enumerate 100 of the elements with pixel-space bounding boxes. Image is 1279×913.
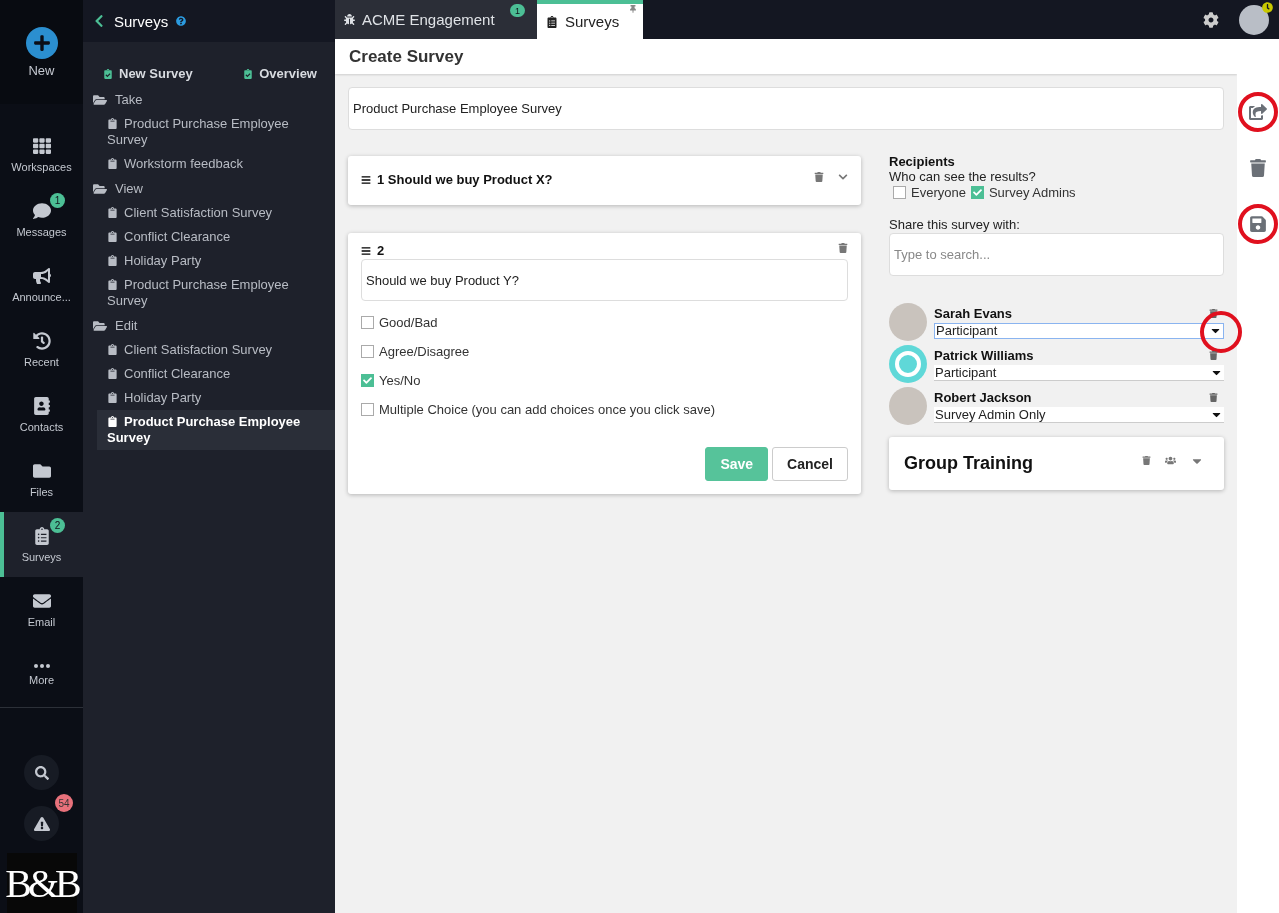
survey-title-field[interactable]: Product Purchase Employee Survey: [348, 87, 1224, 130]
option-label: Survey Admins: [988, 185, 1076, 200]
company-logo: B&B: [6, 853, 77, 913]
pin-icon[interactable]: [629, 5, 637, 13]
rail-item[interactable]: Contacts: [0, 382, 83, 447]
question-label: Who can see the results?: [889, 169, 1037, 184]
survey-item[interactable]: Client Satisfaction Survey: [97, 338, 335, 362]
search-button[interactable]: [24, 755, 59, 790]
rail-item[interactable]: Workspaces: [0, 122, 83, 187]
search-field[interactable]: Type to search...: [889, 233, 1224, 276]
clipboard-icon: [107, 255, 118, 266]
clipboard-icon: [107, 207, 118, 218]
survey-item[interactable]: Holiday Party: [97, 249, 335, 273]
delete-icon[interactable]: [1209, 350, 1218, 360]
alerts-button[interactable]: [24, 806, 59, 841]
drag-handle-icon[interactable]: [361, 174, 371, 185]
clipboard-icon: [546, 15, 558, 28]
checkbox[interactable]: [970, 186, 984, 199]
survey-item[interactable]: Workstorm feedback: [97, 152, 335, 176]
answer-type-option[interactable]: Multiple Choice (you can add choices once you click save): [361, 402, 848, 417]
tab[interactable]: Surveys: [537, 0, 643, 39]
rail-item[interactable]: Files: [0, 447, 83, 512]
clipboard-icon: [107, 392, 118, 403]
survey-item[interactable]: Holiday Party: [97, 386, 335, 410]
clipboard-icon: [107, 279, 118, 290]
survey-item[interactable]: Client Satisfaction Survey: [97, 201, 335, 225]
delete-icon[interactable]: [1142, 456, 1151, 465]
folder-icon: [32, 461, 51, 480]
new-button[interactable]: [25, 26, 58, 59]
checkbox[interactable]: [893, 186, 906, 199]
share-label: Share this survey with:: [889, 217, 1021, 232]
delete-icon[interactable]: [1209, 308, 1218, 318]
contacts-icon: [32, 396, 51, 415]
survey-item[interactable]: Conflict Clearance: [97, 225, 335, 249]
tab[interactable]: ACME Engagement 1: [335, 0, 537, 39]
question-title: 1 Should we buy Product X?: [377, 172, 553, 187]
role-dropdown[interactable]: Survey Admin Only: [934, 406, 1224, 423]
sidebar-action-link[interactable]: New Survey: [103, 66, 193, 81]
rail-item[interactable]: Messages 1: [0, 187, 83, 252]
question-number: 2: [377, 243, 385, 258]
rail-label: Surveys: [21, 550, 62, 563]
delete-icon[interactable]: [814, 172, 824, 182]
rail-label: Contacts: [19, 420, 64, 433]
folder-item[interactable]: Take: [83, 87, 335, 112]
expand-icon[interactable]: [838, 172, 848, 182]
delete-icon[interactable]: [838, 243, 848, 253]
clipboard-icon: [107, 118, 118, 129]
rail-item[interactable]: Email: [0, 577, 83, 642]
option-label: Good/Bad: [379, 315, 438, 330]
rail-label: More: [28, 673, 55, 686]
answer-type-option[interactable]: Good/Bad: [361, 315, 848, 330]
checkbox[interactable]: [361, 345, 374, 358]
new-label: New: [28, 62, 55, 78]
checkbox[interactable]: [361, 374, 374, 387]
rail-item[interactable]: Surveys 2: [0, 512, 83, 577]
checkbox[interactable]: [361, 403, 374, 416]
rail-label: Workspaces: [11, 160, 72, 173]
folder-item[interactable]: View: [83, 176, 335, 201]
folder-item[interactable]: Edit: [83, 313, 335, 338]
question-field[interactable]: Should we buy Product Y?: [361, 259, 848, 301]
clipboard-icon: [243, 68, 254, 79]
clock-icon: [1262, 1, 1273, 13]
grid-icon: [32, 136, 51, 155]
visibility-option[interactable]: Everyone: [893, 185, 966, 200]
role-dropdown[interactable]: Participant: [934, 364, 1224, 381]
section-title: Recipients: [889, 154, 956, 169]
ring-avatar-icon: [889, 345, 927, 383]
survey-item[interactable]: Product Purchase Employee Survey: [97, 112, 335, 152]
settings-icon[interactable]: [1203, 11, 1219, 28]
visibility-option[interactable]: Survey Admins: [970, 185, 1076, 200]
survey-item[interactable]: Conflict Clearance: [97, 362, 335, 386]
group-name: Group Training: [904, 453, 1033, 474]
answer-type-option[interactable]: Agree/Disagree: [361, 344, 848, 359]
drag-handle-icon[interactable]: [361, 245, 371, 256]
help-icon[interactable]: [176, 16, 187, 26]
check-icon: [363, 376, 372, 385]
rail-label: Messages: [16, 225, 67, 238]
rail-item[interactable]: Announce...: [0, 252, 83, 317]
survey-item[interactable]: Product Purchase Employee Survey: [97, 410, 335, 450]
checkbox[interactable]: [361, 316, 374, 329]
users-icon[interactable]: [1165, 455, 1176, 466]
count-badge: 1: [50, 193, 65, 208]
sidebar-action-link[interactable]: Overview: [243, 66, 317, 81]
folder-icon: [93, 181, 107, 196]
clipboard-icon: [32, 526, 51, 545]
option-label: Yes/No: [379, 373, 421, 388]
rail-item[interactable]: More: [0, 642, 83, 707]
rail-item[interactable]: Recent: [0, 317, 83, 382]
envelope-icon: [32, 591, 51, 610]
delete-icon[interactable]: [1209, 392, 1218, 402]
answer-type-option[interactable]: Yes/No: [361, 373, 848, 388]
save-icon: [1249, 215, 1267, 233]
history-icon: [32, 331, 51, 350]
page-title: Create Survey: [349, 46, 464, 67]
role-dropdown[interactable]: Participant: [934, 322, 1224, 339]
chat-icon: [32, 201, 51, 220]
cancel-button[interactable]: Cancel: [772, 447, 848, 481]
person-name: Robert Jackson: [934, 389, 1032, 405]
survey-item[interactable]: Product Purchase Employee Survey: [97, 273, 335, 313]
rail-label: Email: [27, 615, 56, 628]
